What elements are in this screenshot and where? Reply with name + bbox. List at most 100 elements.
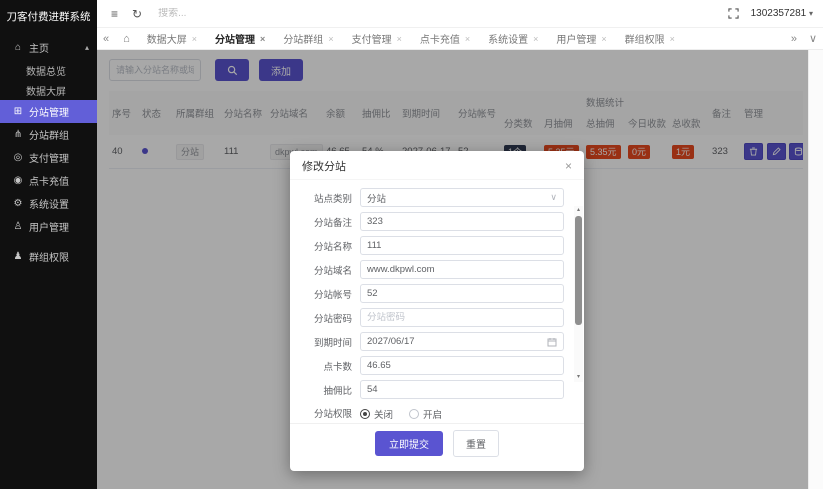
users-icon: ♟ bbox=[13, 251, 23, 262]
sidebar-item-user-manage[interactable]: ♙ 用户管理 bbox=[0, 215, 97, 238]
close-icon[interactable]: × bbox=[533, 34, 538, 44]
radio-off[interactable]: 关闭 bbox=[360, 407, 393, 421]
user-menu[interactable]: 1302357281 ▾ bbox=[751, 8, 813, 19]
expire-label: 到期时间 bbox=[313, 337, 352, 349]
tab-label: 数据大屏 bbox=[146, 35, 187, 46]
radio-dot bbox=[360, 409, 370, 419]
tab-substation-group[interactable]: 分站群组 × bbox=[274, 28, 342, 49]
tab-group-permission[interactable]: 群组权限 × bbox=[616, 28, 684, 49]
calendar-icon bbox=[547, 337, 557, 347]
expire-date-picker[interactable]: 2027/06/17 bbox=[360, 332, 564, 351]
sidebar-item-label: 分站群组 bbox=[29, 131, 69, 142]
sidebar-item-label: 群组权限 bbox=[29, 253, 69, 264]
tab-bar: « ⌂ 数据大屏 × 分站管理 × 分站群组 × 支付管理 × 点卡充值 × 系… bbox=[97, 28, 823, 50]
tab-label: 支付管理 bbox=[351, 35, 392, 46]
sidebar-item-label: 用户管理 bbox=[29, 223, 69, 234]
tab-label: 分站管理 bbox=[215, 35, 256, 46]
sidebar-item-data-screen[interactable]: 数据大屏 bbox=[0, 80, 97, 100]
reset-button[interactable]: 重置 bbox=[453, 430, 499, 457]
sidebar-item-substation-group[interactable]: ⋔ 分站群组 bbox=[0, 123, 97, 146]
tabs-expand-icon[interactable]: » bbox=[785, 33, 803, 45]
site-type-label: 站点类别 bbox=[313, 193, 352, 205]
tab-label: 用户管理 bbox=[556, 35, 597, 46]
sidebar-item-label: 数据大屏 bbox=[26, 86, 66, 98]
dialog-body: 站点类别 分站 ∨ 分站备注 分站名称 分站域名 分站帐号 分站密码 bbox=[290, 179, 584, 423]
account-field[interactable] bbox=[367, 288, 557, 299]
substation-icon: ⊞ bbox=[13, 106, 23, 117]
commission-label: 抽佣比 bbox=[323, 385, 352, 397]
domain-label: 分站域名 bbox=[313, 265, 352, 277]
remark-label: 分站备注 bbox=[313, 217, 352, 229]
close-icon[interactable]: × bbox=[260, 34, 265, 44]
tab-data-screen[interactable]: 数据大屏 × bbox=[138, 28, 206, 49]
account-label: 分站帐号 bbox=[313, 289, 352, 301]
close-icon[interactable]: × bbox=[465, 34, 470, 44]
sidebar-item-payment-manage[interactable]: ◎ 支付管理 bbox=[0, 146, 97, 169]
tab-payment-manage[interactable]: 支付管理 × bbox=[343, 28, 411, 49]
tab-card-recharge[interactable]: 点卡充值 × bbox=[411, 28, 479, 49]
close-icon[interactable]: × bbox=[670, 34, 675, 44]
submit-button[interactable]: 立即提交 bbox=[375, 431, 443, 456]
sidebar-item-card-recharge[interactable]: ◉ 点卡充值 bbox=[0, 169, 97, 192]
tab-label: 分站群组 bbox=[283, 35, 324, 46]
commission-field[interactable] bbox=[367, 384, 557, 395]
close-icon[interactable]: × bbox=[328, 34, 333, 44]
dialog-title: 修改分站 bbox=[302, 161, 346, 173]
expire-date-value: 2027/06/17 bbox=[367, 336, 415, 347]
menu-toggle-icon[interactable]: ≡ bbox=[111, 7, 118, 21]
sidebar-item-label: 数据总览 bbox=[26, 66, 66, 78]
remark-field[interactable] bbox=[367, 216, 557, 227]
user-id: 1302357281 bbox=[750, 8, 807, 19]
sidebar-item-home[interactable]: ⌂ 主页 ▴ bbox=[0, 34, 97, 60]
payment-icon: ◎ bbox=[13, 152, 23, 163]
refresh-icon[interactable]: ↻ bbox=[132, 7, 142, 21]
radio-off-label: 关闭 bbox=[374, 410, 394, 421]
sidebar: 刀客付费进群系统 ⌂ 主页 ▴ 数据总览 数据大屏 ⊞ 分站管理 ⋔ 分站群组 … bbox=[0, 0, 97, 489]
user-icon: ♙ bbox=[13, 221, 23, 232]
fullscreen-icon[interactable] bbox=[727, 8, 739, 19]
radio-on-label: 开启 bbox=[423, 410, 443, 421]
sidebar-item-label: 支付管理 bbox=[29, 154, 69, 165]
site-type-select[interactable]: 分站 ∨ bbox=[360, 188, 564, 207]
sidebar-item-label: 主页 bbox=[29, 43, 49, 55]
tab-home-icon[interactable]: ⌂ bbox=[115, 33, 138, 45]
page-scrollbar[interactable] bbox=[808, 50, 823, 489]
sidebar-item-label: 点卡充值 bbox=[29, 177, 69, 188]
close-icon[interactable]: × bbox=[601, 34, 606, 44]
global-search-input[interactable] bbox=[158, 8, 279, 19]
sidebar-item-group-permission[interactable]: ♟ 群组权限 bbox=[0, 245, 97, 268]
group-icon: ⋔ bbox=[13, 129, 23, 140]
tab-substation-manage[interactable]: 分站管理 × bbox=[206, 28, 274, 49]
domain-field[interactable] bbox=[367, 264, 557, 275]
permission-radio-group: 关闭 开启 bbox=[360, 404, 442, 421]
tabs-collapse-icon[interactable]: « bbox=[97, 33, 115, 45]
gear-icon: ⚙ bbox=[13, 198, 23, 209]
sidebar-item-system-settings[interactable]: ⚙ 系统设置 bbox=[0, 192, 97, 215]
tab-user-manage[interactable]: 用户管理 × bbox=[547, 28, 615, 49]
scroll-up-icon[interactable]: ▴ bbox=[574, 206, 583, 215]
tabs-menu-icon[interactable]: ∨ bbox=[803, 32, 823, 45]
dialog-close-icon[interactable]: × bbox=[565, 160, 572, 172]
home-icon: ⌂ bbox=[14, 41, 22, 53]
password-label: 分站密码 bbox=[313, 313, 352, 325]
sidebar-item-data-overview[interactable]: 数据总览 bbox=[0, 60, 97, 80]
tab-system-settings[interactable]: 系统设置 × bbox=[479, 28, 547, 49]
tab-label: 群组权限 bbox=[624, 35, 665, 46]
password-field[interactable] bbox=[367, 312, 557, 323]
card-count-field[interactable] bbox=[367, 360, 557, 371]
permission-label: 分站权限 bbox=[313, 408, 352, 420]
dialog-scrollbar[interactable]: ▴ ▾ bbox=[574, 206, 583, 382]
name-label: 分站名称 bbox=[313, 241, 352, 253]
chevron-down-icon: ∨ bbox=[550, 192, 557, 202]
sidebar-item-substation-manage[interactable]: ⊞ 分站管理 bbox=[0, 100, 97, 123]
edit-substation-dialog: 修改分站 × 站点类别 分站 ∨ 分站备注 分站名称 分站域名 分站帐号 bbox=[290, 151, 584, 471]
caret-up-icon: ▴ bbox=[84, 42, 89, 52]
close-icon[interactable]: × bbox=[192, 34, 197, 44]
radio-on[interactable]: 开启 bbox=[409, 407, 442, 421]
scroll-down-icon[interactable]: ▾ bbox=[574, 373, 583, 382]
name-field[interactable] bbox=[367, 240, 557, 251]
scrollbar-thumb[interactable] bbox=[575, 216, 582, 326]
tab-label: 系统设置 bbox=[488, 35, 529, 46]
site-type-value: 分站 bbox=[367, 193, 387, 205]
close-icon[interactable]: × bbox=[397, 34, 402, 44]
